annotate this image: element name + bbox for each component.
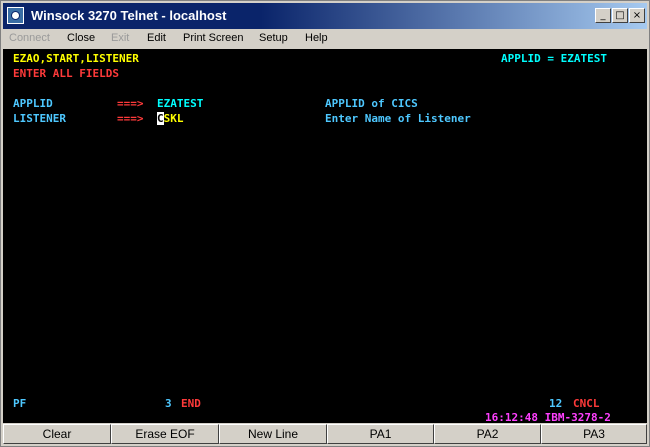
- field-label-applid: APPLID: [13, 97, 53, 110]
- status-line: 16:12:48 IBM-3278-2: [485, 411, 611, 424]
- field-value-applid[interactable]: EZATEST: [157, 97, 203, 110]
- transaction-line: EZAO,START,LISTENER: [13, 52, 139, 65]
- app-icon[interactable]: [7, 7, 24, 24]
- maximize-button[interactable]: □: [612, 8, 628, 23]
- menu-edit[interactable]: Edit: [147, 32, 166, 44]
- field-arrow-listener: ===>: [117, 112, 144, 125]
- text-cursor: C: [157, 112, 164, 125]
- field-desc-listener: Enter Name of Listener: [325, 112, 471, 125]
- function-key-bar: Clear Erase EOF New Line PA1 PA2 PA3: [3, 424, 647, 444]
- pf3-action[interactable]: END: [181, 397, 201, 410]
- field-arrow-applid: ===>: [117, 97, 144, 110]
- menu-print-screen[interactable]: Print Screen: [183, 32, 244, 44]
- pa1-button[interactable]: PA1: [327, 424, 434, 444]
- field-desc-applid: APPLID of CICS: [325, 97, 418, 110]
- minimize-button[interactable]: _: [595, 8, 611, 23]
- field-label-listener: LISTENER: [13, 112, 66, 125]
- telnet-window: Winsock 3270 Telnet - localhost _ □ × Co…: [0, 0, 650, 447]
- new-line-button[interactable]: New Line: [219, 424, 327, 444]
- menu-exit[interactable]: Exit: [111, 32, 129, 44]
- menu-bar: Connect Close Exit Edit Print Screen Set…: [3, 30, 647, 48]
- menu-close[interactable]: Close: [67, 32, 95, 44]
- pf12-action[interactable]: CNCL: [573, 397, 600, 410]
- status-message: ENTER ALL FIELDS: [13, 67, 119, 80]
- menu-help[interactable]: Help: [305, 32, 328, 44]
- close-button[interactable]: ×: [629, 8, 645, 23]
- menu-setup[interactable]: Setup: [259, 32, 288, 44]
- field-value-listener-text: SKL: [163, 112, 184, 125]
- erase-eof-button[interactable]: Erase EOF: [111, 424, 219, 444]
- menu-connect[interactable]: Connect: [9, 32, 50, 44]
- window-title: Winsock 3270 Telnet - localhost: [31, 8, 227, 23]
- pf-label: PF: [13, 397, 27, 410]
- pa2-button[interactable]: PA2: [434, 424, 541, 444]
- title-bar[interactable]: Winsock 3270 Telnet - localhost _ □ ×: [3, 3, 647, 29]
- field-value-listener[interactable]: CSKL: [157, 112, 184, 125]
- clear-button[interactable]: Clear: [3, 424, 111, 444]
- pa3-button[interactable]: PA3: [541, 424, 647, 444]
- terminal-screen[interactable]: EZAO,START,LISTENER APPLID = EZATEST ENT…: [3, 49, 647, 424]
- pf3-key: 3: [165, 397, 172, 410]
- applid-header: APPLID = EZATEST: [501, 52, 607, 65]
- pf12-key: 12: [549, 397, 563, 410]
